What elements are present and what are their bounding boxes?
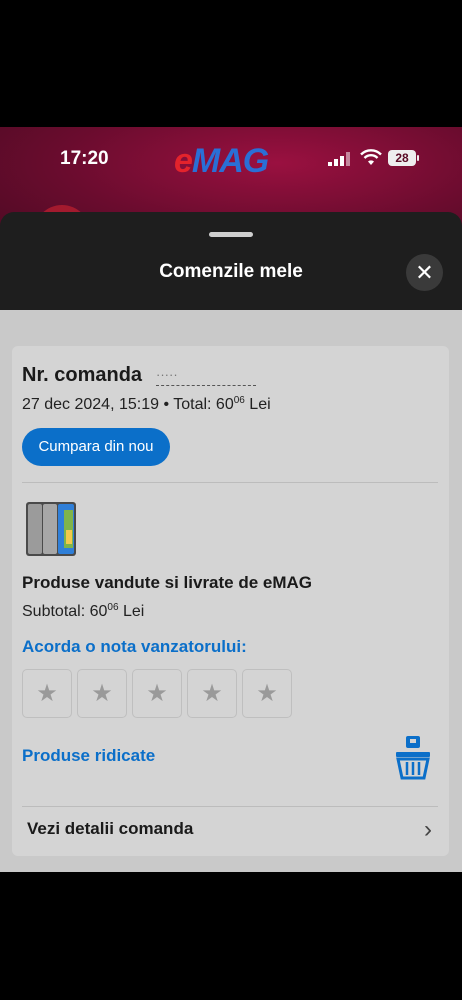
divider — [22, 482, 438, 483]
rate-seller-label: Acorda o nota vanzatorului: — [22, 637, 247, 656]
order-total-decimals: 06 — [233, 395, 245, 406]
picked-products-label: Produse ridicate — [22, 746, 156, 765]
battery-indicator: 28 — [388, 150, 416, 166]
chevron-right-icon: › — [424, 816, 432, 843]
star-rating-4[interactable]: ★ — [187, 669, 237, 718]
wifi-icon — [360, 149, 382, 165]
order-details-link[interactable]: Vezi detalii comanda › — [22, 806, 438, 852]
close-button[interactable]: ✕ — [406, 254, 443, 291]
order-currency: Lei — [249, 396, 271, 413]
rating-stars: ★ ★ ★ ★ ★ — [22, 669, 292, 718]
subtotal-currency: Lei — [122, 603, 145, 620]
rebuy-button[interactable]: Cumpara din nou — [22, 428, 170, 466]
order-meta: 27 dec 2024, 15:19 • Total: 6006 Lei — [22, 395, 271, 414]
star-rating-3[interactable]: ★ — [132, 669, 182, 718]
subtotal-label: Subtotal: 60 — [22, 603, 108, 620]
cellular-signal-icon — [328, 152, 350, 166]
order-date: 27 dec 2024, 15:19 — [22, 396, 160, 413]
status-time: 17:20 — [60, 148, 109, 169]
star-rating-1[interactable]: ★ — [22, 669, 72, 718]
order-total: Total: 60 — [173, 396, 234, 413]
product-thumbnail[interactable] — [22, 500, 82, 558]
order-number-label: Nr. comanda — [22, 364, 143, 386]
order-card — [12, 346, 449, 856]
emag-logo: eMAG — [174, 142, 269, 180]
subtotal-decimals: 06 — [107, 602, 119, 613]
order-details-label: Vezi detalii comanda — [27, 819, 194, 838]
meta-separator: • — [163, 396, 170, 413]
battery-tip — [417, 155, 419, 161]
seller-text: Produse vandute si livrate de eMAG — [22, 573, 313, 592]
order-number-value: ····· — [156, 367, 256, 386]
drag-handle[interactable] — [209, 232, 253, 237]
star-rating-5[interactable]: ★ — [242, 669, 292, 718]
subtotal: Subtotal: 6006 Lei — [22, 602, 145, 621]
basket-icon — [396, 736, 430, 780]
star-rating-2[interactable]: ★ — [77, 669, 127, 718]
sheet-title: Comenzile mele — [159, 261, 303, 282]
